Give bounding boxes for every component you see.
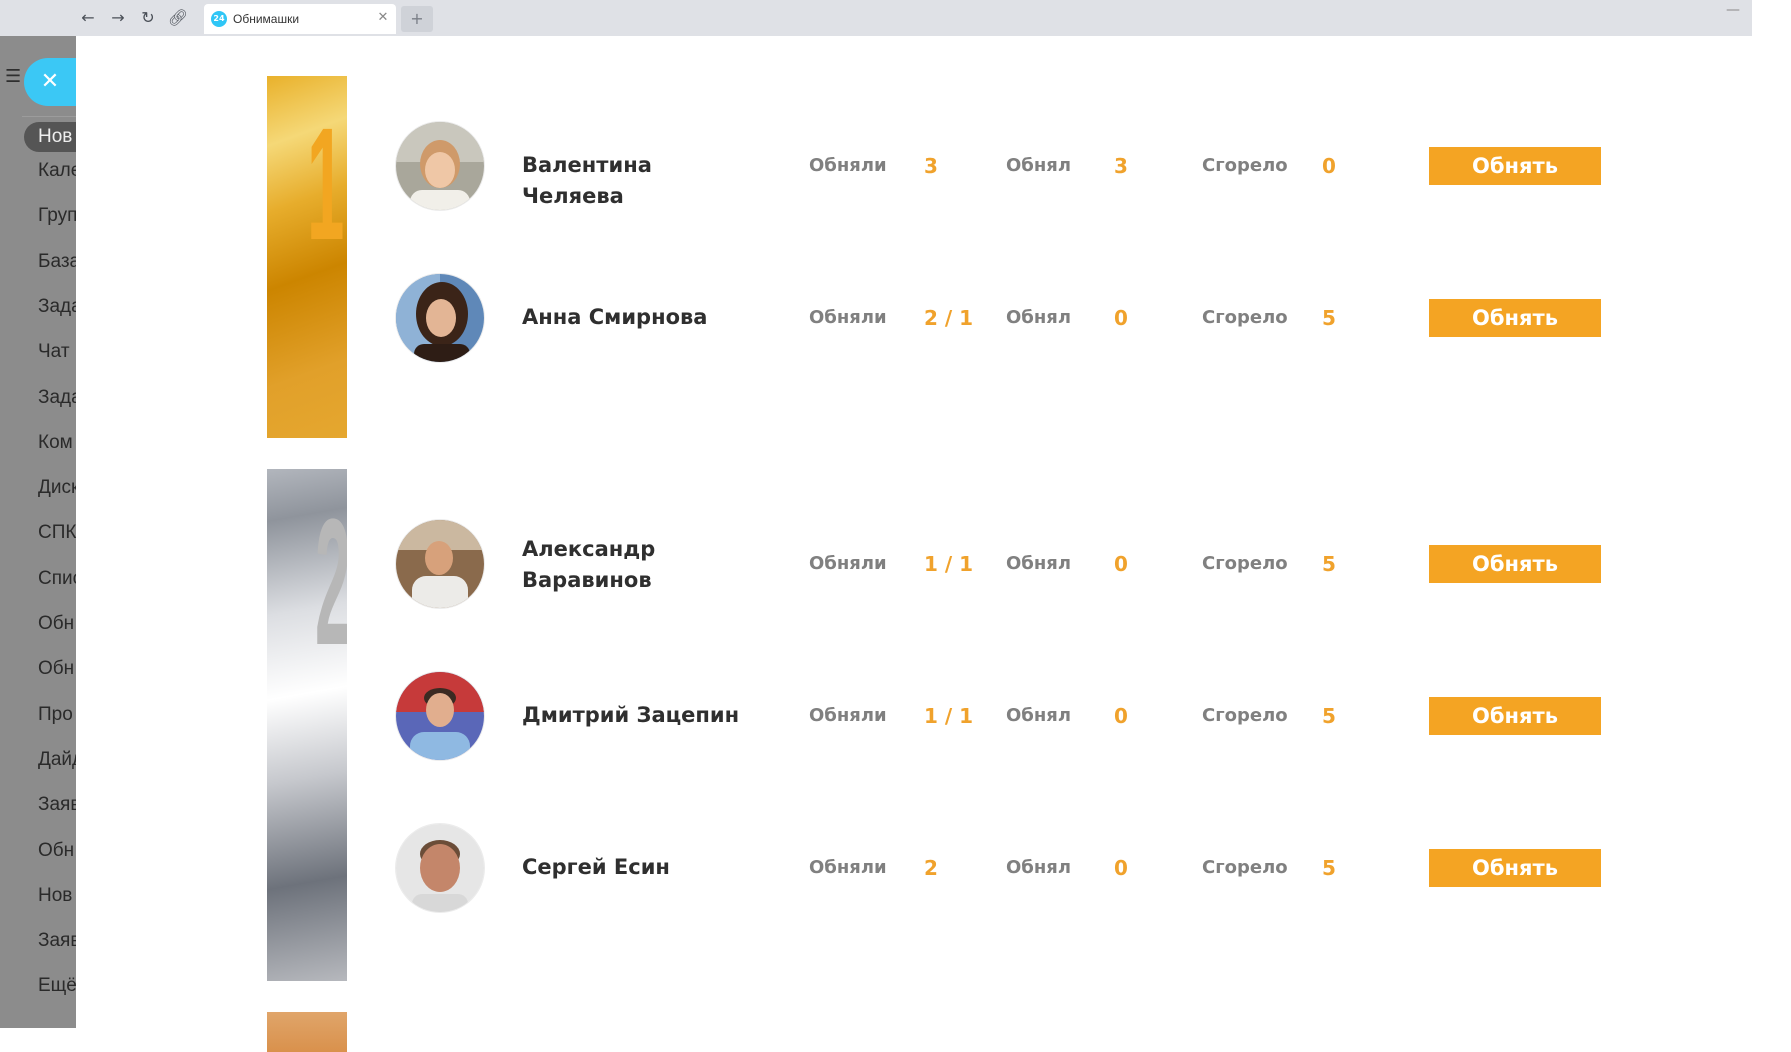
sidebar-divider: [22, 116, 76, 117]
hugged-by-value: 2 / 1: [924, 306, 974, 330]
avatar: [396, 824, 484, 912]
rank-1-badge: 1: [267, 76, 347, 438]
rank-2-badge: 2: [267, 469, 347, 981]
sidebar-item[interactable]: Заяв: [38, 930, 76, 952]
leaderboard-row: Сергей Есин Обняли 2 Обнял 0 Сгорело 5 Обнять: [396, 824, 1706, 914]
leaderboard-row: Анна Смирнова Обняли 2 / 1 Обнял 0 Сгорело 5 Об…: [396, 274, 1706, 364]
hugged-value: 0: [1114, 552, 1128, 576]
burned-value: 5: [1322, 856, 1336, 880]
burned-value: 5: [1322, 306, 1336, 330]
sidebar-item[interactable]: Дайд: [38, 749, 76, 771]
forward-arrow-icon[interactable]: →: [107, 7, 129, 29]
sidebar-item[interactable]: Груп: [38, 205, 76, 227]
avatar: [396, 520, 484, 608]
rank-number: 1: [307, 94, 345, 273]
leaderboard-row: Александр Варавинов Обняли 1 / 1 Обнял 0 Сгор…: [396, 520, 1706, 610]
sidebar-item[interactable]: Нов: [24, 122, 76, 152]
menu-icon[interactable]: ☰: [5, 68, 25, 86]
avatar: [396, 672, 484, 760]
hugged-by-value: 1 / 1: [924, 552, 974, 576]
hugged-value: 0: [1114, 856, 1128, 880]
rank-number: 2: [315, 493, 347, 673]
sidebar-item[interactable]: Обн: [38, 658, 74, 680]
sidebar-item[interactable]: СПК: [38, 522, 76, 544]
leaderboard-row: Дмитрий Зацепин Обняли 1 / 1 Обнял 0 Сгорело 5…: [396, 672, 1706, 762]
hugged-by-value: 1 / 1: [924, 704, 974, 728]
hugged-label: Обнял: [1006, 307, 1072, 328]
back-arrow-icon[interactable]: ←: [77, 7, 99, 29]
leaderboard-row: Валентина Челяева Обняли 3 Обнял 3 Сгорело 0 Об…: [396, 122, 1706, 212]
employee-name: Валентина Челяева: [522, 153, 652, 208]
hugged-label: Обнял: [1006, 857, 1072, 878]
employee-name: Сергей Есин: [522, 855, 670, 879]
burned-value: 5: [1322, 552, 1336, 576]
hugged-label: Обнял: [1006, 155, 1072, 176]
avatar: [396, 122, 484, 210]
link-icon[interactable]: 🔗︎: [167, 7, 189, 29]
rank-3-badge: [267, 1012, 347, 1052]
hugged-value: 0: [1114, 306, 1128, 330]
hugged-value: 0: [1114, 704, 1128, 728]
employee-name: Александр Варавинов: [522, 537, 656, 592]
sidebar-item[interactable]: Обн: [38, 613, 74, 635]
burned-label: Сгорело: [1202, 155, 1288, 176]
sidebar-item[interactable]: Чат: [38, 341, 70, 363]
burned-value: 5: [1322, 704, 1336, 728]
browser-tab[interactable]: 24 Обнимашки ✕: [204, 4, 396, 34]
hugged-by-value: 2: [924, 856, 938, 880]
new-tab-button[interactable]: +: [401, 6, 433, 32]
close-icon[interactable]: ✕: [24, 58, 76, 106]
sidebar-item[interactable]: Ещё: [38, 975, 76, 997]
hugged-value: 3: [1114, 154, 1128, 178]
sidebar-item[interactable]: Ком: [38, 432, 73, 454]
sidebar-item[interactable]: Диск: [38, 477, 76, 499]
sidebar-item[interactable]: База: [38, 251, 76, 273]
sidebar-item[interactable]: Зада: [38, 387, 76, 409]
employee-name: Дмитрий Зацепин: [522, 703, 740, 727]
sidebar-item[interactable]: Кале: [38, 160, 76, 182]
hugged-by-label: Обняли: [809, 553, 887, 574]
bitrix24-icon: 24: [211, 11, 227, 27]
burned-label: Сгорело: [1202, 705, 1288, 726]
burned-label: Сгорело: [1202, 307, 1288, 328]
window-minimize-icon[interactable]: —: [1714, 2, 1752, 24]
tab-close-icon[interactable]: ✕: [376, 11, 390, 25]
hug-button[interactable]: Обнять: [1429, 147, 1601, 185]
hug-button[interactable]: Обнять: [1429, 299, 1601, 337]
hugged-label: Обнял: [1006, 705, 1072, 726]
tab-title: Обнимашки: [233, 12, 300, 26]
burned-value: 0: [1322, 154, 1336, 178]
sidebar-item[interactable]: Нов: [38, 885, 72, 907]
sidebar-item[interactable]: Спис: [38, 568, 76, 590]
sidebar-item[interactable]: Заяв: [38, 794, 76, 816]
sidebar-item[interactable]: Обн: [38, 840, 74, 862]
hugged-by-label: Обняли: [809, 857, 887, 878]
hugged-by-label: Обняли: [809, 705, 887, 726]
leaderboard: 1 2 Валентина Челяева Обняли 3 Обнял 3 Сгорел…: [76, 36, 1752, 1052]
sidebar-item[interactable]: Про: [38, 704, 73, 726]
avatar: [396, 274, 484, 362]
hugged-by-label: Обняли: [809, 307, 887, 328]
hugged-label: Обнял: [1006, 553, 1072, 574]
hug-button[interactable]: Обнять: [1429, 849, 1601, 887]
hug-button[interactable]: Обнять: [1429, 697, 1601, 735]
employee-name: Анна Смирнова: [522, 305, 708, 329]
reload-icon[interactable]: ↻: [137, 7, 159, 29]
burned-label: Сгорело: [1202, 553, 1288, 574]
burned-label: Сгорело: [1202, 857, 1288, 878]
hugged-by-label: Обняли: [809, 155, 887, 176]
sidebar-item[interactable]: Зада: [38, 296, 76, 318]
hug-button[interactable]: Обнять: [1429, 545, 1601, 583]
hugged-by-value: 3: [924, 154, 938, 178]
browser-toolbar: ← → ↻ 🔗︎ 24 Обнимашки ✕ + —: [0, 0, 1752, 36]
left-sidebar: ☰ ✕ Нов Кале Груп База Зада Чат Зада Ком Диск СПК…: [0, 36, 76, 1028]
